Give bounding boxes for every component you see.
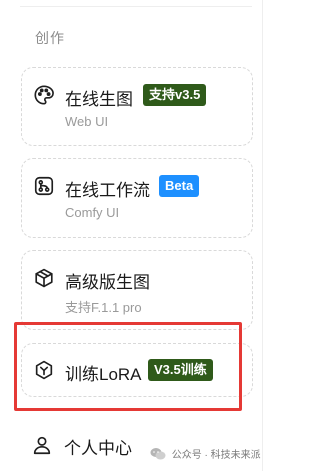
profile-center-label: 个人中心 — [64, 439, 132, 458]
card-train-lora[interactable]: 训练LoRA V3.5训练 — [21, 343, 253, 397]
card-subtitle: Web UI — [65, 114, 109, 129]
user-icon — [31, 434, 53, 456]
lora-icon — [33, 359, 55, 381]
workflow-icon — [33, 175, 55, 197]
card-title: 在线生图 — [65, 90, 133, 109]
card-subtitle: 支持F.1.1 pro — [65, 300, 142, 315]
card-advanced-generate[interactable]: 高级版生图 支持F.1.1 pro — [21, 250, 253, 330]
cube-icon — [33, 267, 55, 289]
v35-training-badge: V3.5训练 — [148, 359, 213, 381]
support-v35-badge: 支持v3.5 — [143, 84, 207, 106]
watermark-text: 公众号 · 科技未来派 — [171, 450, 261, 461]
card-subtitle: Comfy UI — [65, 205, 120, 220]
beta-badge: Beta — [159, 175, 200, 197]
card-title: 高级版生图 — [65, 273, 150, 292]
top-divider — [20, 6, 252, 7]
card-title: 在线工作流 — [65, 181, 150, 200]
section-label-create: 创作 — [35, 30, 65, 46]
sidebar-border — [262, 0, 263, 471]
watermark: 公众号 · 科技未来派 — [150, 446, 261, 461]
card-title: 训练LoRA — [65, 365, 142, 384]
palette-icon — [33, 84, 55, 106]
card-online-workflow[interactable]: 在线工作流 Beta Comfy UI — [21, 158, 253, 238]
wechat-icon — [150, 447, 166, 461]
card-online-generate[interactable]: 在线生图 支持v3.5 Web UI — [21, 67, 253, 146]
